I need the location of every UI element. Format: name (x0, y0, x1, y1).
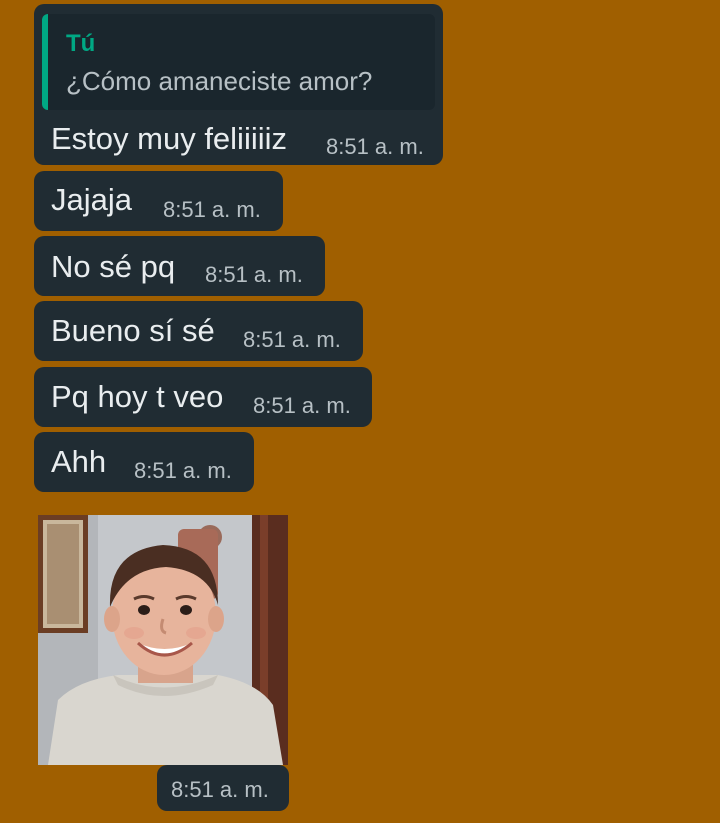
message-text: Ahh (51, 444, 107, 479)
message-bubble[interactable]: Jajaja 8:51 a. m. (34, 171, 283, 231)
chat-area[interactable]: Tú ¿Cómo amaneciste amor? Estoy muy feli… (0, 0, 720, 823)
quoted-author: Tú (66, 30, 96, 57)
image-time-bubble: 8:51 a. m. (157, 765, 289, 811)
quoted-text: ¿Cómo amaneciste amor? (66, 66, 373, 96)
message-bubble[interactable]: Pq hoy t veo 8:51 a. m. (34, 367, 372, 427)
message-time: 8:51 a. m. (163, 197, 261, 222)
quoted-message[interactable]: Tú ¿Cómo amaneciste amor? (42, 14, 435, 110)
message-text: No sé pq (51, 249, 176, 284)
message-text: Pq hoy t veo (51, 379, 224, 414)
message-time: 8:51 a. m. (205, 262, 303, 287)
message-bubble[interactable]: Ahh 8:51 a. m. (34, 432, 254, 492)
message-text: Jajaja (51, 182, 132, 217)
quote-accent-bar (42, 14, 48, 110)
message-bubble[interactable]: No sé pq 8:51 a. m. (34, 236, 325, 296)
message-time: 8:51 a. m. (326, 134, 424, 159)
message-bubble-reply[interactable]: Tú ¿Cómo amaneciste amor? Estoy muy feli… (34, 4, 443, 165)
message-text: Estoy muy feliiiiiz (51, 121, 287, 156)
image-message[interactable] (38, 515, 288, 765)
message-text: Bueno sí sé (51, 313, 215, 348)
message-time: 8:51 a. m. (134, 458, 232, 483)
photo-smiling-boy-icon (38, 515, 288, 765)
message-time: 8:51 a. m. (171, 777, 269, 802)
message-bubble[interactable]: Bueno sí sé 8:51 a. m. (34, 301, 363, 361)
message-time: 8:51 a. m. (253, 393, 351, 418)
message-time: 8:51 a. m. (243, 327, 341, 352)
